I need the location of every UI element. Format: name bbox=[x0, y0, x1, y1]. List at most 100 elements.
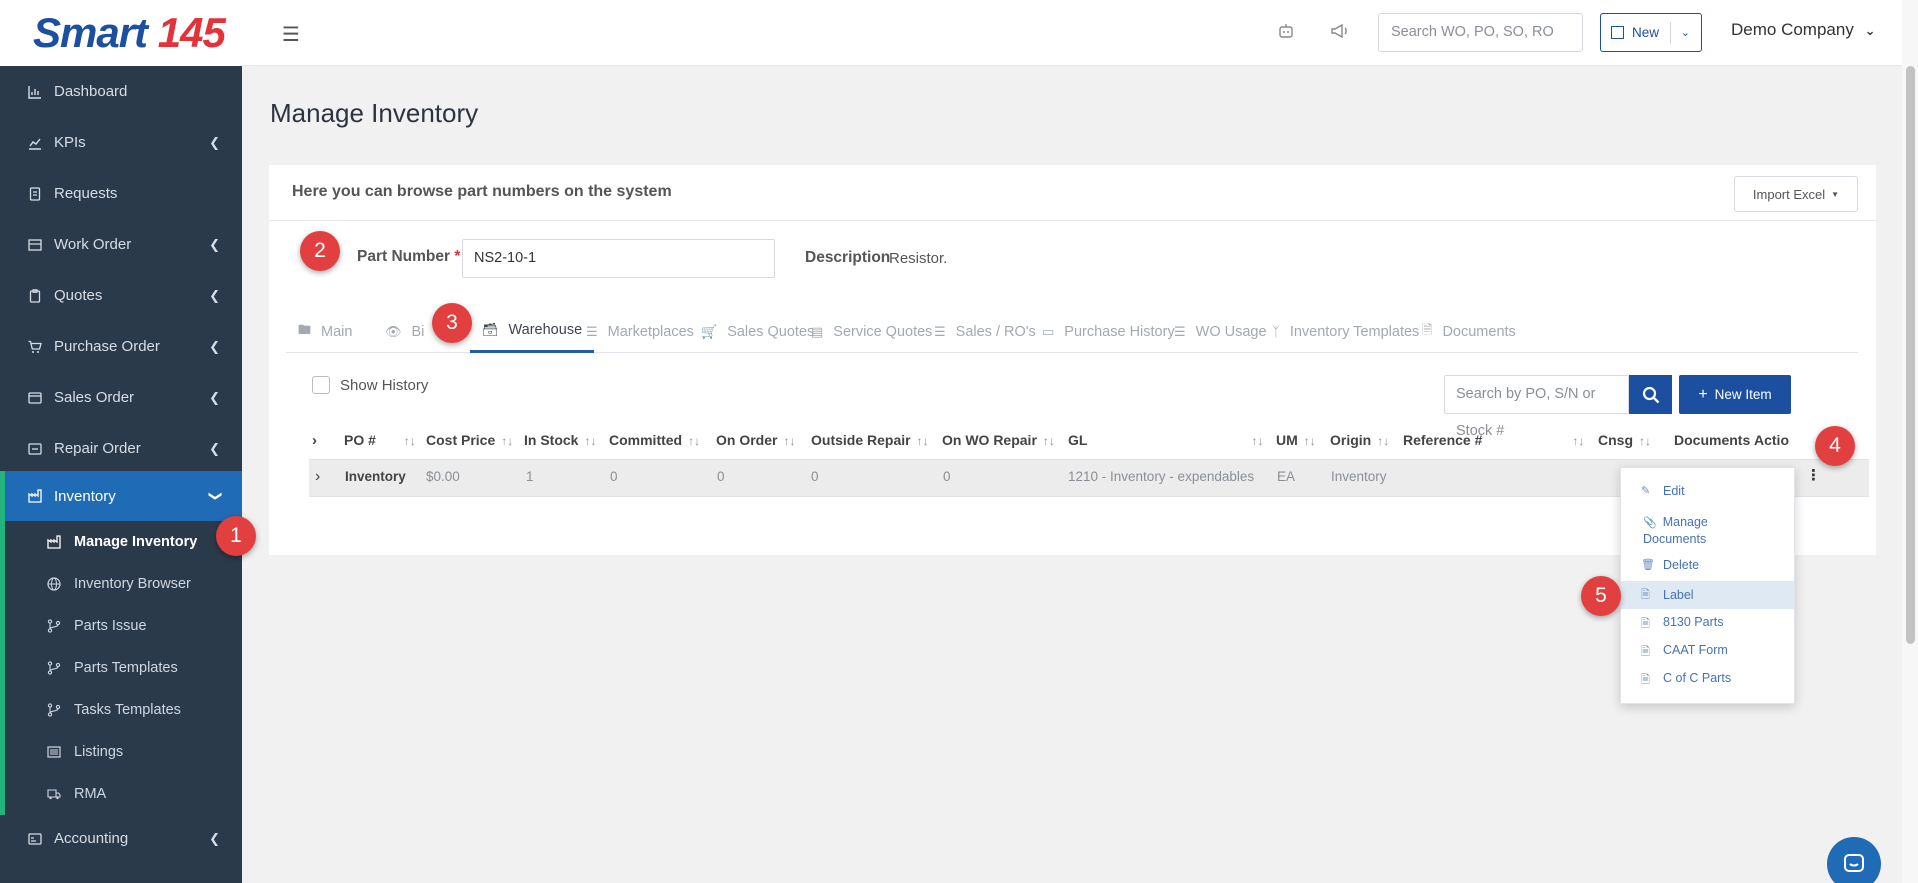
sidebar-subitem-rma[interactable]: RMA bbox=[5, 773, 242, 815]
company-selector[interactable]: Demo Company ⌄ bbox=[1731, 20, 1875, 40]
cell-on-order: 0 bbox=[717, 469, 725, 484]
menu-item-delete[interactable]: 🗑 Delete bbox=[1621, 558, 1794, 578]
tab-bi[interactable]: 👁 Bi bbox=[385, 310, 424, 353]
logo[interactable]: Smart 145 bbox=[0, 0, 242, 66]
chevron-left-icon: ❮ bbox=[209, 134, 220, 150]
column-header-committed[interactable]: Committed ↑↓ bbox=[609, 432, 700, 448]
column-header-um[interactable]: UM ↑↓ bbox=[1276, 432, 1316, 448]
import-excel-button[interactable]: Import Excel ▼ bbox=[1734, 176, 1858, 212]
global-search-input[interactable]: Search WO, PO, SO, RO bbox=[1378, 13, 1583, 52]
column-header-label: GL bbox=[1068, 432, 1088, 448]
tab-inventory-templates[interactable]: ᛉ Inventory Templates bbox=[1272, 310, 1419, 353]
sidebar-item-inventory[interactable]: Inventory ❮ bbox=[0, 471, 242, 521]
column-header-on-order[interactable]: On Order ↑↓ bbox=[716, 432, 795, 448]
sort-icon: ↑↓ bbox=[501, 434, 514, 448]
column-header-in-stock[interactable]: In Stock ↑↓ bbox=[524, 432, 596, 448]
step-badge-1: 1 bbox=[216, 516, 256, 556]
sidebar-item-kpis[interactable]: KPIs ❮ bbox=[0, 117, 242, 168]
sidebar-subitem-inventory-browser[interactable]: Inventory Browser bbox=[5, 563, 242, 605]
pdf-icon: 🗎 bbox=[1641, 646, 1650, 658]
tab-sales-quotes[interactable]: 🛒 Sales Quotes bbox=[701, 310, 814, 353]
chat-button[interactable] bbox=[1827, 837, 1881, 883]
sidebar-item-purchase-order[interactable]: Purchase Order ❮ bbox=[0, 321, 242, 372]
menu-item-manage-documents[interactable]: 📎 Manage Documents bbox=[1621, 514, 1794, 548]
sidebar-item-quotes[interactable]: Quotes ❮ bbox=[0, 270, 242, 321]
sidebar-subitem-listings[interactable]: Listings bbox=[5, 731, 242, 773]
tab-service-quotes[interactable]: ▤ Service Quotes bbox=[811, 310, 932, 353]
page-scrollbar[interactable] bbox=[1902, 0, 1918, 883]
tab-purchase-history[interactable]: ▭ Purchase History bbox=[1042, 310, 1175, 353]
pdf-icon: 🗎 bbox=[1641, 589, 1650, 601]
part-number-label-text: Part Number bbox=[357, 248, 451, 265]
required-mark: * bbox=[454, 248, 461, 265]
sort-icon: ↑↓ bbox=[783, 434, 796, 448]
menu-item-edit[interactable]: ✎ Edit bbox=[1621, 484, 1794, 504]
tab-label: Sales / RO's bbox=[955, 323, 1036, 340]
show-history-toggle[interactable]: Show History bbox=[312, 376, 428, 394]
kpi-icon bbox=[28, 136, 42, 150]
sidebar-item-accounting[interactable]: Accounting ❮ bbox=[0, 813, 242, 864]
tab-wo-usage[interactable]: ☰ WO Usage bbox=[1174, 310, 1267, 353]
robot-icon[interactable] bbox=[1277, 22, 1295, 45]
column-header-gl[interactable]: GL ↑↓ bbox=[1068, 432, 1263, 448]
column-header-label: Cnsg bbox=[1598, 432, 1633, 448]
new-button[interactable]: New ⌄ bbox=[1600, 13, 1702, 52]
document-icon: 🗎 bbox=[1422, 321, 1433, 337]
tab-label: Warehouse bbox=[508, 322, 583, 338]
menu-item-label-print[interactable]: 🗎 Label bbox=[1621, 581, 1794, 609]
sidebar-item-label: Requests bbox=[54, 185, 118, 202]
menu-item-c-of-c-parts[interactable]: 🗎 C of C Parts bbox=[1621, 671, 1794, 691]
branch-icon bbox=[47, 619, 61, 633]
row-actions-kebab-icon[interactable]: ⋮ bbox=[1806, 466, 1821, 484]
sidebar-item-label: Sales Order bbox=[54, 389, 135, 406]
show-history-checkbox[interactable] bbox=[312, 376, 330, 394]
column-header-label: Committed bbox=[609, 432, 683, 448]
menu-icon[interactable]: ☰ bbox=[282, 22, 300, 47]
sidebar-subitem-manage-inventory[interactable]: Manage Inventory bbox=[5, 521, 242, 563]
scrollbar-thumb[interactable] bbox=[1906, 66, 1915, 644]
column-header-reference[interactable]: Reference # ↑↓ bbox=[1403, 432, 1584, 448]
megaphone-icon[interactable] bbox=[1330, 22, 1350, 45]
sidebar-subitem-parts-templates[interactable]: Parts Templates bbox=[5, 647, 242, 689]
description-label: Description bbox=[805, 249, 891, 266]
column-header-label: Cost Price bbox=[426, 432, 496, 448]
sidebar-item-requests[interactable]: Requests bbox=[0, 168, 242, 219]
column-header-on-wo-repair[interactable]: On WO Repair ↑↓ bbox=[942, 432, 1055, 448]
sidebar-item-label: Accounting bbox=[54, 830, 129, 847]
quote-icon bbox=[28, 288, 42, 303]
tab-marketplaces[interactable]: ☰ Marketplaces bbox=[586, 310, 694, 353]
tab-sales-ros[interactable]: ☰ Sales / RO's bbox=[934, 310, 1036, 353]
branch-icon: ᛉ bbox=[1272, 324, 1280, 339]
caret-down-icon: ▼ bbox=[1831, 189, 1840, 199]
branch-icon bbox=[47, 661, 61, 675]
plus-square-icon bbox=[1611, 26, 1624, 39]
row-expand-icon[interactable]: › bbox=[315, 468, 320, 486]
sidebar-subitem-tasks-templates[interactable]: Tasks Templates bbox=[5, 689, 242, 731]
new-item-button[interactable]: + New Item bbox=[1679, 375, 1791, 414]
menu-item-caat-form[interactable]: 🗎 CAAT Form bbox=[1621, 643, 1794, 663]
expand-all-icon[interactable]: › bbox=[312, 432, 317, 449]
sales-icon bbox=[28, 391, 42, 405]
cell-gl: 1210 - Inventory - expendables bbox=[1068, 469, 1255, 484]
sidebar-item-dashboard[interactable]: Dashboard bbox=[0, 66, 242, 117]
sidebar-subitem-parts-issue[interactable]: Parts Issue bbox=[5, 605, 242, 647]
menu-item-8130-parts[interactable]: 🗎 8130 Parts bbox=[1621, 615, 1794, 635]
sort-icon: ↑↓ bbox=[584, 434, 597, 448]
column-header-outside-repair[interactable]: Outside Repair ↑↓ bbox=[811, 432, 929, 448]
tab-documents[interactable]: 🗎 Documents bbox=[1422, 310, 1516, 353]
column-header-origin[interactable]: Origin ↑↓ bbox=[1330, 432, 1389, 448]
warehouse-search-input[interactable]: Search by PO, S/N or Stock # bbox=[1444, 375, 1629, 439]
column-header-cost-price[interactable]: Cost Price ↑↓ bbox=[426, 432, 513, 448]
part-number-input[interactable]: NS2-10-1 bbox=[462, 239, 775, 278]
sidebar-subitem-label: Listings bbox=[74, 744, 124, 760]
sidebar-item-sales-order[interactable]: Sales Order ❮ bbox=[0, 372, 242, 423]
tab-warehouse[interactable]: 🗃 Warehouse bbox=[470, 310, 595, 353]
tab-main[interactable]: 🖿 Main bbox=[298, 310, 352, 353]
chevron-left-icon: ❮ bbox=[209, 287, 220, 303]
sidebar-item-work-order[interactable]: Work Order ❮ bbox=[0, 219, 242, 270]
column-header-po[interactable]: PO # ↑↓ bbox=[344, 432, 416, 448]
column-header-cnsg[interactable]: Cnsg ↑↓ bbox=[1598, 432, 1651, 448]
tab-label: Purchase History bbox=[1064, 323, 1175, 340]
search-button[interactable] bbox=[1629, 375, 1672, 414]
sidebar-item-repair-order[interactable]: Repair Order ❮ bbox=[0, 423, 242, 474]
